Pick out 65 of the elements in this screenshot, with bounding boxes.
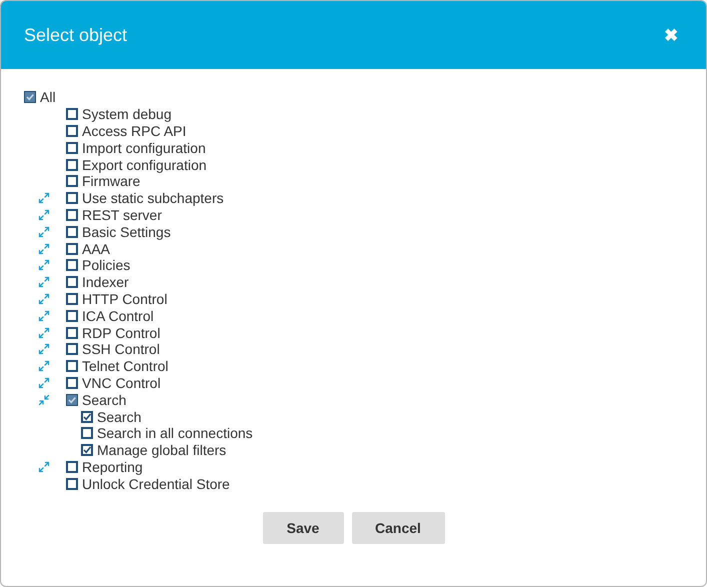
- cancel-button[interactable]: Cancel: [352, 512, 444, 544]
- dialog-title: Select object: [24, 24, 128, 46]
- tree-item-label: Reporting: [82, 458, 143, 475]
- checkbox[interactable]: [66, 310, 78, 322]
- checkbox[interactable]: [66, 192, 78, 204]
- expand-icon[interactable]: [38, 259, 50, 272]
- tree-item-label: Unlock Credential Store: [82, 476, 230, 492]
- checkbox[interactable]: [66, 343, 78, 356]
- tree-item-label: Export configuration: [82, 156, 207, 173]
- checkbox[interactable]: [66, 242, 78, 255]
- tree-item-label: Use static subchapters: [82, 190, 224, 206]
- tree-item-label: Firmware: [82, 173, 140, 190]
- expand-icon[interactable]: [38, 242, 50, 255]
- tree-item-label: Basic Settings: [82, 224, 171, 240]
- checkbox[interactable]: [66, 460, 78, 473]
- tree-item-label: Manage global filters: [97, 442, 226, 458]
- checkbox[interactable]: [81, 410, 93, 423]
- checkbox[interactable]: [81, 444, 93, 456]
- expand-icon[interactable]: [38, 292, 50, 305]
- tree-item-label: SSH Control: [82, 341, 160, 358]
- checkbox[interactable]: [66, 259, 78, 272]
- checkbox[interactable]: [66, 478, 78, 490]
- checkbox[interactable]: [66, 360, 78, 372]
- expand-icon[interactable]: [38, 343, 50, 356]
- tree-item-label: Search: [82, 392, 126, 408]
- tree-item-label: Import configuration: [82, 140, 206, 156]
- checkbox[interactable]: [24, 91, 36, 104]
- checkbox[interactable]: [66, 208, 78, 221]
- tree-item-label: All: [40, 89, 56, 106]
- tree-item-label: Policies: [82, 257, 130, 274]
- expand-icon[interactable]: [38, 192, 50, 204]
- tree-item-label: Indexer: [82, 274, 129, 290]
- tree-item-label: AAA: [82, 240, 110, 257]
- expand-icon[interactable]: [38, 276, 50, 288]
- tree-item-label: HTTP Control: [82, 290, 168, 307]
- checkbox[interactable]: [66, 226, 78, 238]
- tree-item-label: Search in all connections: [97, 425, 253, 442]
- expand-icon[interactable]: [38, 226, 50, 238]
- checkbox[interactable]: [66, 108, 78, 120]
- checkbox[interactable]: [66, 394, 78, 406]
- checkbox[interactable]: [66, 158, 78, 171]
- expand-icon[interactable]: [38, 310, 50, 322]
- checkbox[interactable]: [66, 124, 78, 137]
- checkbox[interactable]: [66, 142, 78, 154]
- tree-item-label: ICA Control: [82, 308, 154, 324]
- expand-icon[interactable]: [38, 326, 50, 339]
- checkbox[interactable]: [81, 427, 93, 440]
- collapse-icon[interactable]: [38, 394, 50, 406]
- expand-icon[interactable]: [38, 208, 50, 221]
- tree-item-label: Search: [97, 408, 142, 425]
- checkbox[interactable]: [66, 276, 78, 288]
- save-button[interactable]: Save: [262, 512, 344, 544]
- expand-icon[interactable]: [38, 360, 50, 372]
- tree-item-label: Access RPC API: [82, 122, 186, 139]
- expand-icon[interactable]: [38, 460, 50, 473]
- tree-item-label: VNC Control: [82, 374, 161, 391]
- tree-item-label: Telnet Control: [82, 358, 168, 374]
- tree-item-label: RDP Control: [82, 324, 160, 341]
- checkbox[interactable]: [66, 326, 78, 339]
- tree-item-label: REST server: [82, 206, 162, 223]
- checkbox[interactable]: [66, 292, 78, 305]
- tree-item-label: System debug: [82, 106, 172, 122]
- checkbox[interactable]: [66, 175, 78, 188]
- checkbox[interactable]: [66, 376, 78, 389]
- expand-icon[interactable]: [38, 376, 50, 389]
